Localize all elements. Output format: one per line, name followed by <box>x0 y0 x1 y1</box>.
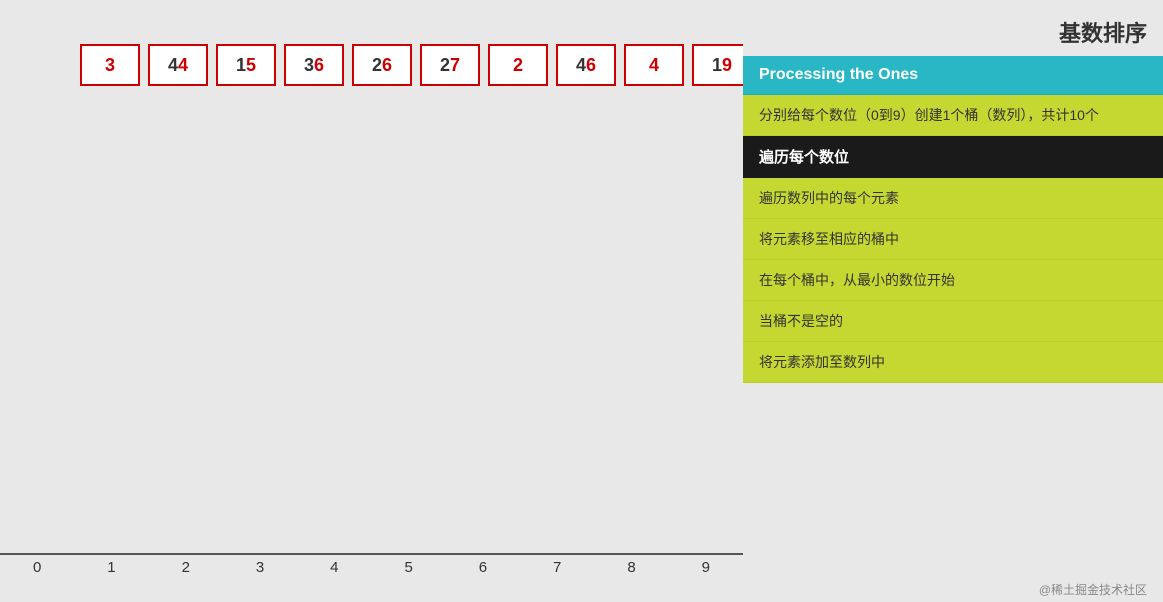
bucket-line <box>149 553 223 555</box>
ones-digit: 4 <box>649 55 659 76</box>
bucket-item: 8 <box>594 553 668 576</box>
tens-digit: 1 <box>712 55 722 76</box>
step-item: Processing the Ones <box>743 56 1163 95</box>
ones-digit: 6 <box>586 55 596 76</box>
bucket-line <box>74 553 148 555</box>
bucket-label: 2 <box>182 559 190 576</box>
bucket-item: 6 <box>446 553 520 576</box>
bucket-item: 1 <box>74 553 148 576</box>
number-box: 36 <box>284 44 344 86</box>
bucket-label: 0 <box>33 559 41 576</box>
bucket-item: 2 <box>149 553 223 576</box>
step-item: 将元素添加至数列中 <box>743 342 1163 383</box>
number-box: 44 <box>148 44 208 86</box>
bucket-line <box>297 553 371 555</box>
bucket-label: 8 <box>627 559 635 576</box>
number-box: 27 <box>420 44 480 86</box>
step-item: 遍历每个数位 <box>743 136 1163 178</box>
tens-digit: 1 <box>236 55 246 76</box>
number-box: 46 <box>556 44 616 86</box>
bucket-line <box>223 553 297 555</box>
watermark: @稀土掘金技术社区 <box>1039 581 1147 598</box>
step-item: 分别给每个数位（0到9）创建1个桶（数列），共计10个 <box>743 95 1163 136</box>
bucket-label: 7 <box>553 559 561 576</box>
bucket-item: 0 <box>0 553 74 576</box>
steps-list: Processing the Ones分别给每个数位（0到9）创建1个桶（数列）… <box>743 56 1163 602</box>
bucket-label: 5 <box>404 559 412 576</box>
number-box: 3 <box>80 44 140 86</box>
ones-digit: 5 <box>246 55 256 76</box>
bucket-label: 3 <box>256 559 264 576</box>
bucket-item: 9 <box>669 553 743 576</box>
tens-digit: 2 <box>440 55 450 76</box>
ones-digit: 3 <box>105 55 115 76</box>
ones-digit: 9 <box>722 55 732 76</box>
number-box: 4 <box>624 44 684 86</box>
tens-digit: 4 <box>168 55 178 76</box>
ones-digit: 4 <box>178 55 188 76</box>
bucket-label: 9 <box>702 559 710 576</box>
bucket-label: 1 <box>107 559 115 576</box>
step-item: 当桶不是空的 <box>743 301 1163 342</box>
bucket-item: 3 <box>223 553 297 576</box>
ones-digit: 6 <box>314 55 324 76</box>
right-panel: 基数排序 Processing the Ones分别给每个数位（0到9）创建1个… <box>743 0 1163 602</box>
step-item: 将元素移至相应的桶中 <box>743 219 1163 260</box>
number-box: 26 <box>352 44 412 86</box>
panel-title: 基数排序 <box>743 0 1163 56</box>
tens-digit: 2 <box>372 55 382 76</box>
tens-digit: 4 <box>576 55 586 76</box>
step-item: 在每个桶中，从最小的数位开始 <box>743 260 1163 301</box>
tens-digit: 3 <box>304 55 314 76</box>
bucket-line <box>520 553 594 555</box>
ones-digit: 2 <box>513 55 523 76</box>
number-box: 15 <box>216 44 276 86</box>
bucket-item: 5 <box>371 553 445 576</box>
number-box: 2 <box>488 44 548 86</box>
bucket-item: 4 <box>297 553 371 576</box>
bucket-line <box>0 553 74 555</box>
bucket-label: 6 <box>479 559 487 576</box>
bucket-label: 4 <box>330 559 338 576</box>
bucket-axis: 0 1 2 3 4 5 6 7 8 9 <box>0 553 743 576</box>
bucket-item: 7 <box>520 553 594 576</box>
ones-digit: 7 <box>450 55 460 76</box>
ones-digit: 6 <box>382 55 392 76</box>
bucket-line <box>594 553 668 555</box>
bucket-line <box>669 553 743 555</box>
step-item: 遍历数列中的每个元素 <box>743 178 1163 219</box>
bucket-line <box>371 553 445 555</box>
bucket-line <box>446 553 520 555</box>
